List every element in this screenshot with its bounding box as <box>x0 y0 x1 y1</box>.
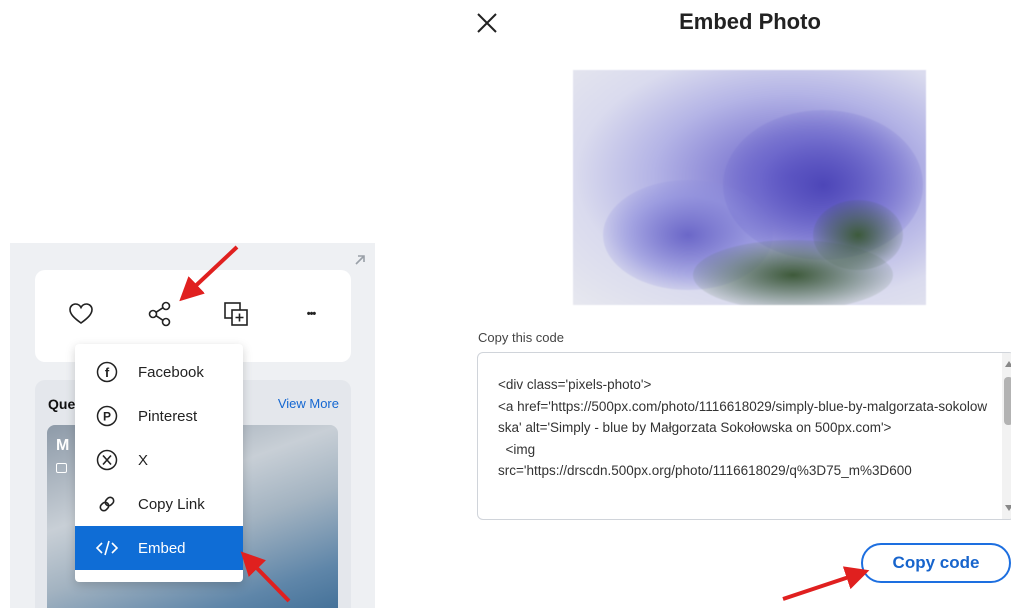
share-menu: f Facebook P Pinterest X Copy Link Embed <box>75 344 243 582</box>
share-menu-label: Pinterest <box>138 407 198 425</box>
queue-title: Que <box>48 396 76 412</box>
facebook-icon: f <box>95 360 119 384</box>
x-logo-icon <box>95 448 119 472</box>
view-more-link[interactable]: View More <box>278 396 339 411</box>
thumbnail-title: M <box>56 437 70 454</box>
more-icon: ••• <box>306 308 317 320</box>
share-menu-label: X <box>138 451 149 469</box>
scroll-up-arrow-icon[interactable] <box>1005 361 1011 367</box>
photo-preview-image <box>573 70 926 305</box>
scrollbar-thumb[interactable] <box>1004 377 1011 425</box>
calendar-icon <box>56 463 67 473</box>
dialog-title: Embed Photo <box>679 9 821 34</box>
share-menu-item-embed[interactable]: Embed <box>75 526 243 570</box>
arrow-to-copy-button <box>782 566 870 601</box>
code-scrollbar[interactable] <box>1002 353 1011 519</box>
svg-text:P: P <box>103 410 111 424</box>
like-button[interactable] <box>63 296 99 332</box>
share-menu-item-facebook[interactable]: f Facebook <box>75 350 243 394</box>
more-button[interactable]: ••• <box>293 296 329 332</box>
embed-code-text[interactable]: <div class='pixels-photo'> <a href='http… <box>498 374 993 482</box>
share-menu-item-pinterest[interactable]: P Pinterest <box>75 394 243 438</box>
scroll-down-arrow-icon[interactable] <box>1005 505 1011 511</box>
share-menu-label: Embed <box>138 539 186 557</box>
expand-icon[interactable] <box>353 253 367 267</box>
embed-code-textarea[interactable]: <div class='pixels-photo'> <a href='http… <box>477 352 1011 520</box>
heart-icon <box>69 303 93 324</box>
code-icon <box>95 536 119 560</box>
share-menu-item-copy-link[interactable]: Copy Link <box>75 482 243 526</box>
copy-code-button[interactable]: Copy code <box>861 543 1011 583</box>
share-button[interactable] <box>142 296 178 332</box>
copy-code-label: Copy this code <box>478 330 564 345</box>
share-menu-item-x[interactable]: X <box>75 438 243 482</box>
share-menu-label: Facebook <box>138 363 204 381</box>
share-menu-label: Copy Link <box>138 495 205 513</box>
link-icon <box>95 492 119 516</box>
pinterest-icon: P <box>95 404 119 428</box>
share-icon <box>148 301 171 327</box>
close-icon[interactable] <box>474 10 500 36</box>
add-to-gallery-button[interactable] <box>218 296 254 332</box>
svg-text:f: f <box>105 365 110 380</box>
add-to-gallery-icon <box>224 302 248 326</box>
photo-sidebar-panel: ••• Que View More M f Facebook P Pintere… <box>10 243 375 608</box>
